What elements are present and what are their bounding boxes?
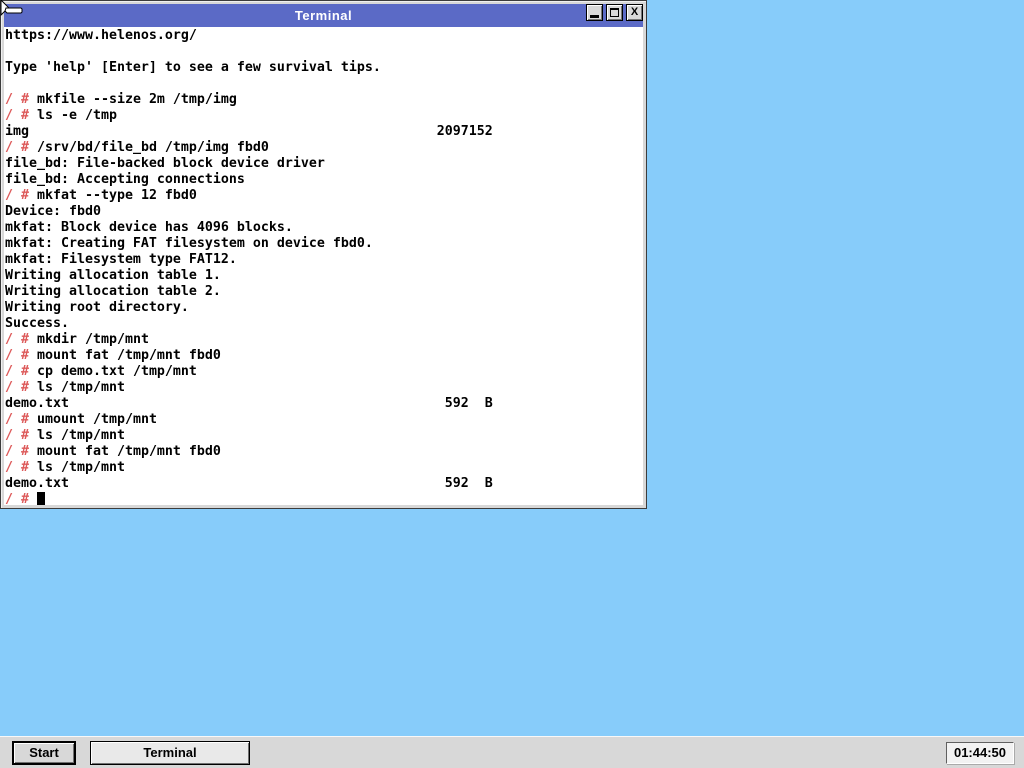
terminal-window: Terminal X https://www.helenos.org/Type … (0, 0, 647, 509)
close-button[interactable]: X (626, 4, 643, 21)
maximize-icon (610, 8, 619, 17)
terminal-line: mkfat: Block device has 4096 blocks. (5, 220, 293, 235)
terminal-output: https://www.helenos.org/Type 'help' [Ent… (4, 27, 643, 505)
window-controls: X (586, 4, 643, 21)
terminal-line: / # umount /tmp/mnt (5, 412, 157, 427)
terminal-line: mkfat: Filesystem type FAT12. (5, 252, 237, 267)
terminal-content-area[interactable]: https://www.helenos.org/Type 'help' [Ent… (4, 27, 643, 505)
terminal-line: / # mkdir /tmp/mnt (5, 332, 149, 347)
start-button[interactable]: Start (12, 740, 76, 765)
maximize-button[interactable] (606, 4, 623, 21)
terminal-line: Device: fbd0 (5, 204, 101, 219)
task-button-list: Terminal (76, 740, 250, 765)
window-title: Terminal (294, 8, 353, 23)
terminal-line: / # ls /tmp/mnt (5, 460, 125, 475)
terminal-line: demo.txt 592 B (5, 396, 493, 411)
terminal-line: file_bd: Accepting connections (5, 172, 245, 187)
taskbar: Start Terminal 01:44:50 (0, 736, 1024, 768)
terminal-line: / # /srv/bd/file_bd /tmp/img fbd0 (5, 140, 269, 155)
terminal-line: / # mkfile --size 2m /tmp/img (5, 92, 237, 107)
taskbar-clock: 01:44:50 (946, 741, 1014, 764)
terminal-line: Writing allocation table 2. (5, 284, 221, 299)
terminal-line: / # ls /tmp/mnt (5, 428, 125, 443)
desktop: { "colors": { "desktop_bg": "#87CCFA", "… (0, 0, 1024, 768)
terminal-line: / # ls /tmp/mnt (5, 380, 125, 395)
text-cursor (37, 492, 45, 505)
terminal-line: / # cp demo.txt /tmp/mnt (5, 364, 197, 379)
close-icon: X (630, 6, 639, 18)
terminal-line: Writing allocation table 1. (5, 268, 221, 283)
terminal-line: Success. (5, 316, 69, 331)
mouse-cursor-icon (0, 0, 23, 17)
terminal-line: img 2097152 (5, 124, 493, 139)
terminal-line: demo.txt 592 B (5, 476, 493, 491)
terminal-line: https://www.helenos.org/ (5, 28, 197, 43)
terminal-line: / # mount fat /tmp/mnt fbd0 (5, 348, 221, 363)
terminal-line: mkfat: Creating FAT filesystem on device… (5, 236, 373, 251)
terminal-line: / # ls -e /tmp (5, 108, 117, 123)
terminal-line: / # (5, 492, 643, 505)
minimize-button[interactable] (586, 4, 603, 21)
window-titlebar[interactable]: Terminal (4, 4, 643, 27)
terminal-line: / # mkfat --type 12 fbd0 (5, 188, 197, 203)
terminal-line: file_bd: File-backed block device driver (5, 156, 325, 171)
terminal-line: Writing root directory. (5, 300, 189, 315)
minimize-icon (590, 15, 599, 18)
task-button-terminal[interactable]: Terminal (90, 740, 250, 765)
terminal-line: Type 'help' [Enter] to see a few surviva… (5, 60, 381, 75)
terminal-line: / # mount fat /tmp/mnt fbd0 (5, 444, 221, 459)
